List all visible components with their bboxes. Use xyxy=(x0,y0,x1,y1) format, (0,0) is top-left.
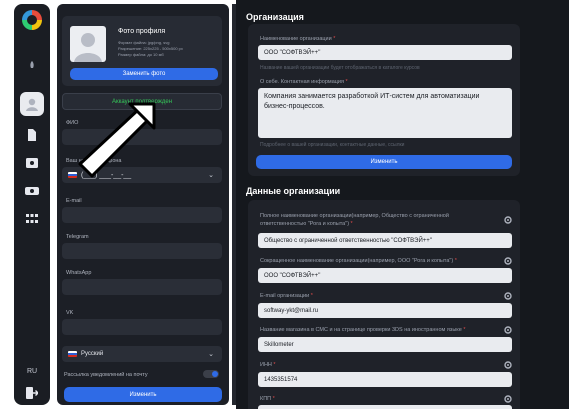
language-select[interactable]: Русский ⌄ xyxy=(62,346,222,362)
profile-nav-icon[interactable] xyxy=(20,92,44,116)
fio-label: ФИО xyxy=(66,120,79,126)
gear-icon[interactable] xyxy=(504,257,512,265)
org-name-input[interactable]: ООО "СОФТВЭЙ++" xyxy=(258,45,512,60)
change-photo-button[interactable]: Заменить фото xyxy=(70,68,218,80)
org-data-card: Полное наименование организации(например… xyxy=(248,200,520,409)
language-value: Русский xyxy=(81,351,104,357)
chevron-down-icon[interactable]: ⌄ xyxy=(208,350,214,358)
save-org-button[interactable]: Изменить xyxy=(256,155,512,169)
photo-note: Формат файла: jpg/png, svg xyxy=(118,40,170,45)
language-switch[interactable]: RU xyxy=(14,368,50,375)
phone-value: (___) ___-__-__ xyxy=(81,171,132,179)
photo-card: Фото профиля Формат файла: jpg/png, svg … xyxy=(62,16,222,86)
profile-panel: Фото профиля Формат файла: jpg/png, svg … xyxy=(57,4,229,405)
store-name-label: Название магазина в СМС и на странице пр… xyxy=(260,327,466,333)
org-name-label: Наименование организации * xyxy=(260,36,336,42)
org-section-title: Организация xyxy=(246,12,304,22)
full-name-label: Полное наименование организации(например… xyxy=(260,213,449,227)
org-about-textarea[interactable]: Компания занимается разработкой ИТ-систе… xyxy=(258,88,512,138)
short-name-label: Сокращенное наименование организации(нап… xyxy=(260,258,457,264)
phone-input[interactable]: (___) ___-__-__ ⌄ xyxy=(62,167,222,183)
newsletter-label: Рассылка уведомлений на почту xyxy=(64,372,148,378)
org-name-hint: Название вашей организации будет отображ… xyxy=(260,65,420,71)
chevron-down-icon[interactable]: ⌄ xyxy=(208,171,214,179)
telegram-label: Telegram xyxy=(66,234,89,240)
inn-input[interactable]: 1435351574 xyxy=(258,372,512,387)
document-icon[interactable] xyxy=(23,126,41,144)
org-about-label: О себе. Контактная информация * xyxy=(260,79,348,85)
store-name-input[interactable]: Skillometer xyxy=(258,337,512,352)
gear-icon[interactable] xyxy=(504,326,512,334)
telegram-input[interactable] xyxy=(62,243,222,259)
full-name-input[interactable]: Общество с ограниченной ответственностью… xyxy=(258,233,512,248)
kpp-label: КПП * xyxy=(260,396,275,402)
video-icon[interactable] xyxy=(23,182,41,200)
save-profile-button[interactable]: Изменить xyxy=(64,387,222,402)
email-label: E-mail xyxy=(66,198,82,204)
org-about-hint: Подробнее о вашей организации, контактны… xyxy=(260,142,405,148)
apps-grid-icon[interactable] xyxy=(23,210,41,228)
russia-flag-icon xyxy=(68,172,77,178)
kpp-input[interactable] xyxy=(258,405,512,409)
russia-flag-icon xyxy=(68,351,77,357)
account-verified-badge: Аккаунт подтвержден xyxy=(62,93,222,110)
photo-note: Разрешение: 225х225 - 500х500 px xyxy=(118,46,183,51)
left-rail: RU xyxy=(14,4,50,405)
newsletter-toggle[interactable] xyxy=(203,370,219,378)
whatsapp-label: WhatsApp xyxy=(66,270,92,276)
org-email-input[interactable]: softway-ykt@mail.ru xyxy=(258,303,512,318)
vk-input[interactable] xyxy=(62,319,222,335)
short-name-input[interactable]: ООО "СОФТВЭЙ++" xyxy=(258,268,512,283)
gear-icon[interactable] xyxy=(504,292,512,300)
main-content: Организация Наименование организации * О… xyxy=(236,0,569,409)
logout-icon[interactable] xyxy=(23,384,41,402)
org-email-label: E-mail организации * xyxy=(260,293,313,299)
app-logo-icon[interactable] xyxy=(22,10,42,30)
gear-icon[interactable] xyxy=(504,216,512,224)
email-input[interactable] xyxy=(62,207,222,223)
avatar[interactable] xyxy=(70,26,106,62)
photo-title: Фото профиля xyxy=(118,28,166,35)
rocket-icon[interactable] xyxy=(23,56,41,74)
fio-input[interactable] xyxy=(62,129,222,145)
org-data-section-title: Данные организации xyxy=(246,186,341,196)
gear-icon[interactable] xyxy=(504,361,512,369)
gear-icon[interactable] xyxy=(504,395,512,403)
org-card: Наименование организации * ООО "СОФТВЭЙ+… xyxy=(248,24,520,176)
whatsapp-input[interactable] xyxy=(62,279,222,295)
phone-label: Ваш номер телефона xyxy=(66,158,122,164)
certificate-icon[interactable] xyxy=(23,154,41,172)
vk-label: VK xyxy=(66,310,74,316)
inn-label: ИНН * xyxy=(260,362,276,368)
photo-note: Размер файла: до 10 мб xyxy=(118,52,164,57)
